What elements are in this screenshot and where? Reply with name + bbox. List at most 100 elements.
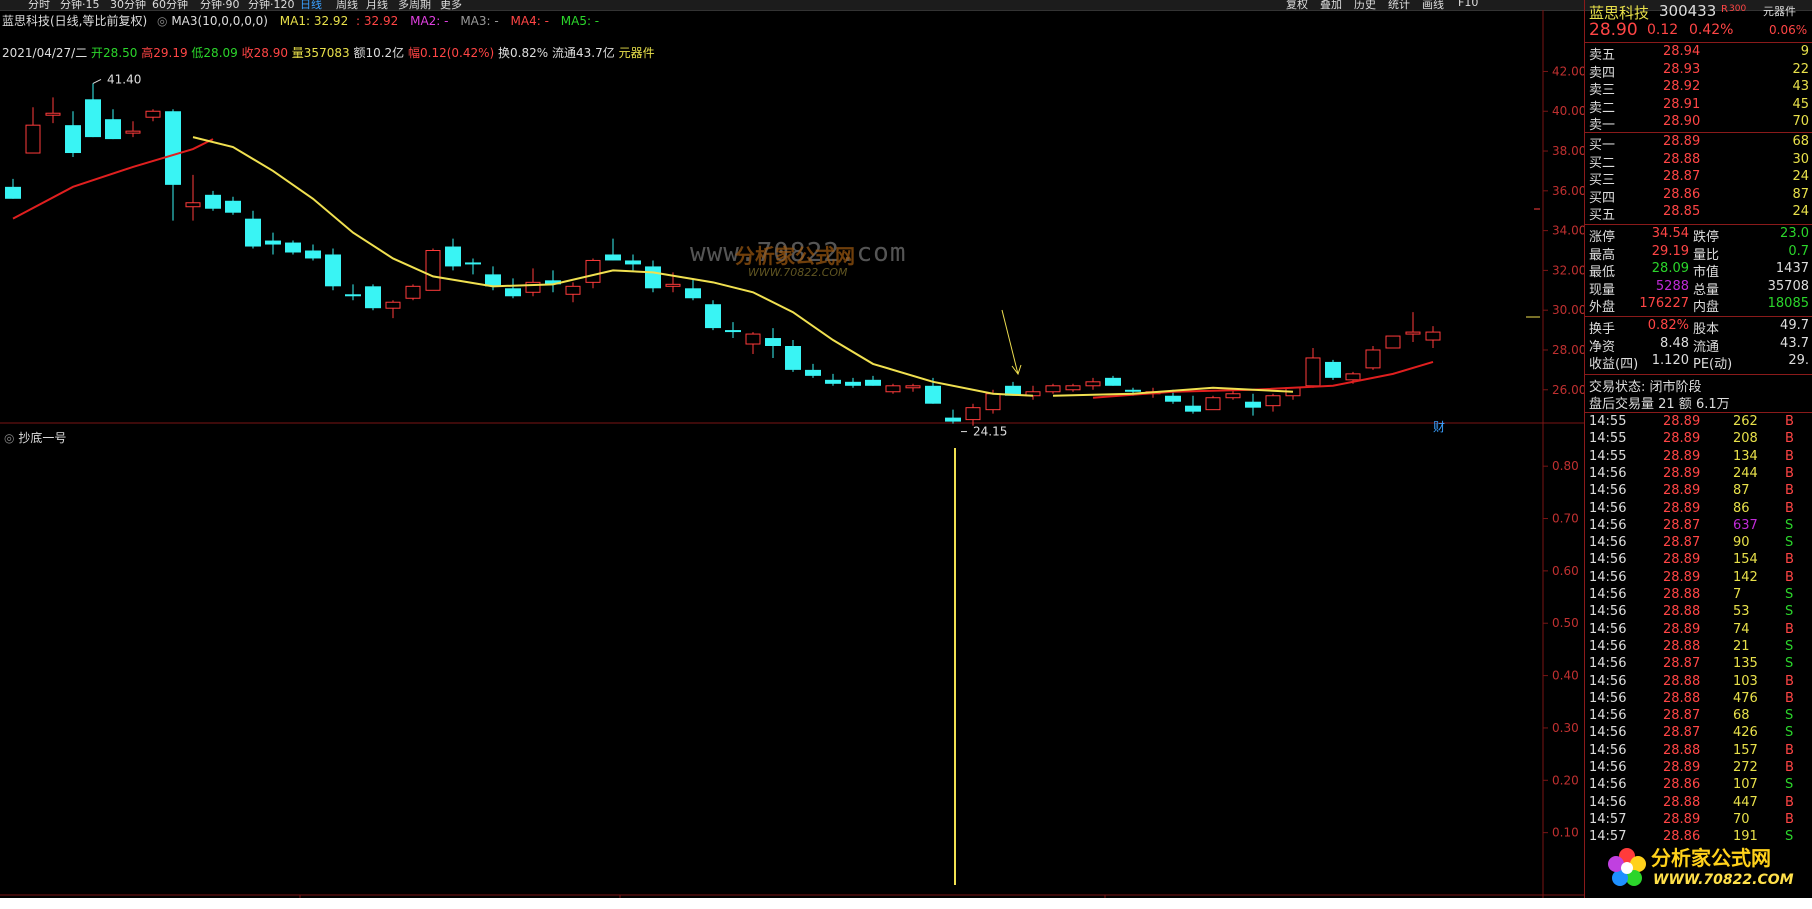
tick-row: 14:56 28.87 135 S <box>1585 656 1812 673</box>
last-price: 28.90 <box>1589 20 1638 40</box>
stat-value: 1437 <box>1775 261 1809 276</box>
candle-body <box>125 130 141 134</box>
tick-row: 14:55 28.89 208 B <box>1585 431 1812 448</box>
tick-price: 28.88 <box>1663 638 1701 654</box>
ma1-extra: : 32.92 <box>356 14 399 28</box>
tick-volume: 447 <box>1733 794 1758 810</box>
candle-body <box>105 119 121 140</box>
candle-body <box>945 417 961 422</box>
candle-body <box>65 125 81 154</box>
bid-label: 买二 <box>1589 155 1616 171</box>
ask-price: 28.93 <box>1663 61 1701 77</box>
ask-row: 卖二 28.91 45 <box>1585 97 1812 116</box>
tick-row: 14:56 28.88 21 S <box>1585 639 1812 656</box>
indicator-axis-label: 0.10 <box>1552 826 1579 840</box>
info-sector: 元器件 <box>618 46 655 60</box>
tick-volume: 74 <box>1733 621 1750 637</box>
tick-time: 14:56 <box>1589 587 1627 602</box>
tick-price: 28.89 <box>1663 811 1701 827</box>
bid-volume: 30 <box>1792 151 1809 167</box>
ma5-value: MA5: - <box>560 14 600 28</box>
tool-button-5[interactable]: F10 <box>1458 0 1478 9</box>
ask-row: 卖四 28.93 22 <box>1585 61 1812 81</box>
high-marker <box>92 78 102 84</box>
tick-side: S <box>1785 604 1794 620</box>
candle-body <box>325 254 341 287</box>
ask-label: 卖五 <box>1589 48 1616 63</box>
bid-row: 买三 28.87 24 <box>1585 169 1812 188</box>
price-axis-label: 42.00 <box>1552 64 1584 78</box>
stat-value: 1.120 <box>1651 353 1689 368</box>
candlestick-chart[interactable]: 42.00 40.00 38.00 36.00 34.00 32.00 30.00 28.00… <box>0 10 1584 898</box>
candle-body <box>1065 385 1081 391</box>
candle-body <box>765 338 781 347</box>
bid-price: 28.89 <box>1663 134 1701 149</box>
stat-label: 内盘 <box>1693 300 1720 315</box>
signal-arrow <box>1001 309 1019 375</box>
tick-list[interactable]: 14:55 28.89 262 B 14:55 28.89 208 B 14:55 28.89 13… <box>1585 414 1812 884</box>
ma2-value: MA2: - <box>410 14 449 28</box>
bid-price: 28.86 <box>1663 186 1701 202</box>
ma-settings-icon[interactable]: ◎ <box>157 14 167 28</box>
stock-title: 蓝思科技 300433 R 300 元器件 <box>1585 0 1812 22</box>
ma4-value: MA4: - <box>510 14 549 28</box>
tick-side: B <box>1785 500 1794 516</box>
candle-body <box>1325 361 1341 378</box>
tick-time: 14:56 <box>1589 725 1627 741</box>
candle-body <box>1265 395 1281 407</box>
indicator-axis-label: 0.80 <box>1552 459 1579 473</box>
tick-price: 28.87 <box>1663 656 1701 672</box>
tick-row: 14:56 28.88 7 S <box>1585 587 1812 604</box>
chart-area[interactable]: 42.00 40.00 38.00 36.00 34.00 32.00 30.00 28.00… <box>0 10 1584 898</box>
candle-body <box>665 283 681 287</box>
tick-volume: 154 <box>1733 552 1758 568</box>
candle-body <box>1385 335 1401 349</box>
tick-row: 14:56 28.89 154 B <box>1585 552 1812 569</box>
index-tag: 300 <box>1729 4 1747 14</box>
tick-row: 14:57 28.89 70 B <box>1585 812 1812 829</box>
candle-body <box>25 124 41 154</box>
weibi: 0.06% <box>1769 23 1808 37</box>
candle-body <box>985 393 1001 411</box>
tick-side: S <box>1785 777 1794 793</box>
tick-volume: 637 <box>1733 517 1758 533</box>
sector-tag[interactable]: 元器件 <box>1763 3 1796 19</box>
stat-value: 43.7 <box>1780 335 1809 351</box>
candle-body <box>1085 381 1101 387</box>
ask-volume: 22 <box>1792 61 1809 77</box>
price-axis-label: 32.00 <box>1552 263 1584 277</box>
candle-body <box>1045 385 1061 393</box>
ma-label[interactable]: MA3(10,0,0,0,0) <box>171 14 268 28</box>
tick-side: B <box>1785 414 1794 429</box>
tick-price: 28.88 <box>1663 604 1701 620</box>
candle-body <box>645 266 661 289</box>
financial-badge[interactable]: 财 <box>1433 418 1445 435</box>
tick-row: 14:56 28.87 637 S <box>1585 518 1812 535</box>
candle-body <box>345 294 361 297</box>
info-turnover: 换0.82% <box>498 46 549 60</box>
candle-body <box>1245 401 1261 408</box>
candle-body <box>965 407 981 421</box>
candle-body <box>445 246 461 267</box>
indicator-toggle-icon[interactable]: ◎ <box>4 431 14 445</box>
candle-body <box>785 346 801 370</box>
tick-price: 28.89 <box>1663 431 1701 447</box>
info-close: 收28.90 <box>241 46 288 60</box>
tick-side: B <box>1785 465 1794 481</box>
tick-volume: 90 <box>1733 535 1750 551</box>
candle-body <box>265 240 281 245</box>
tick-time: 14:55 <box>1589 414 1627 429</box>
indicator-title[interactable]: ◎ 抄底一号 <box>4 429 66 446</box>
stat-label: 量比 <box>1693 247 1720 263</box>
tick-side: S <box>1785 517 1794 533</box>
bid-price: 28.87 <box>1663 169 1701 184</box>
tick-volume: 103 <box>1733 673 1758 689</box>
quote-panel: 蓝思科技 300433 R 300 元器件 28.90 0.12 0.42% 0… <box>1584 0 1812 898</box>
candle-body <box>925 385 941 404</box>
stat-value: 23.0 <box>1780 226 1809 241</box>
tick-price: 28.89 <box>1663 500 1701 516</box>
tick-time: 14:55 <box>1589 448 1627 464</box>
tick-time: 14:56 <box>1589 483 1627 499</box>
candle-body <box>305 250 321 259</box>
tick-time: 14:56 <box>1589 535 1627 551</box>
